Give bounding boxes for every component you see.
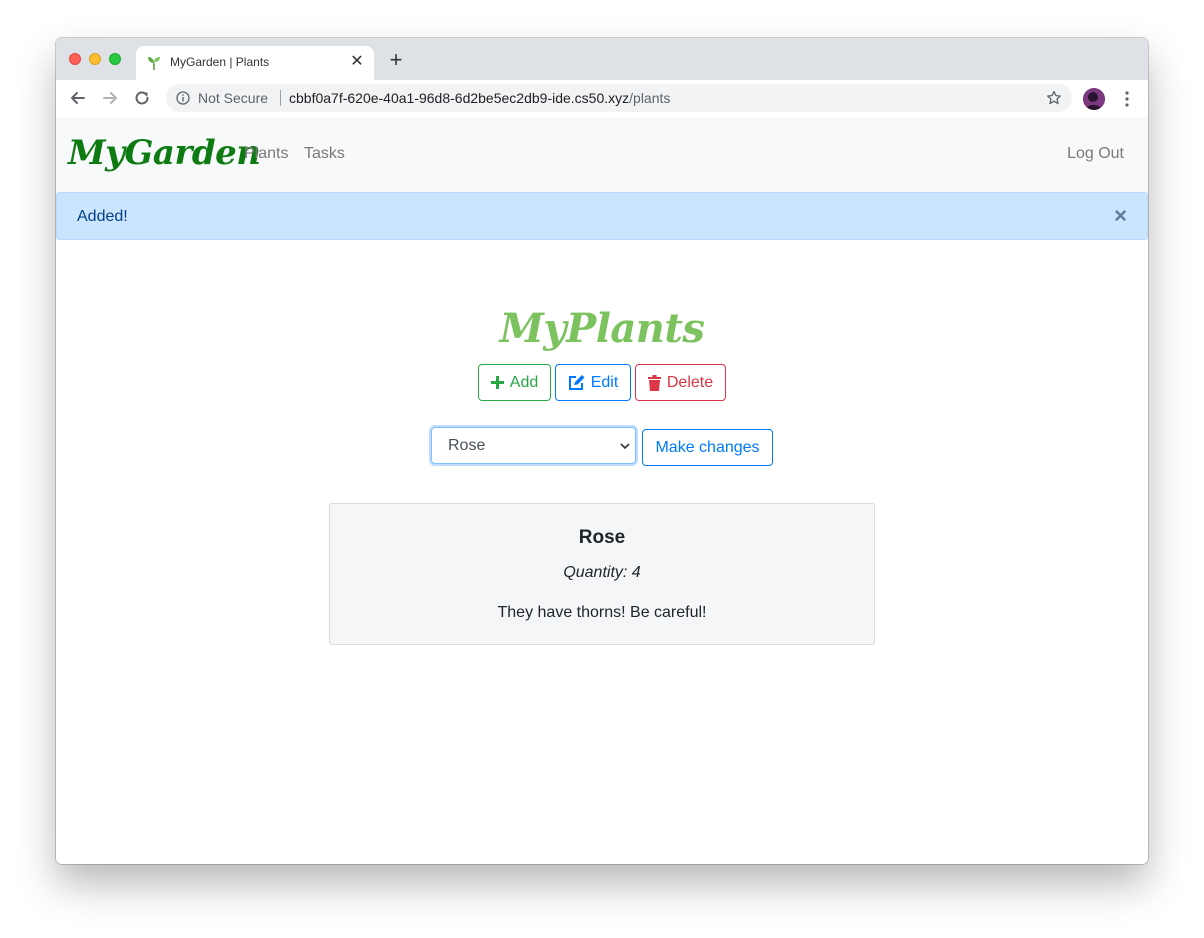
back-arrow-icon[interactable] <box>68 88 88 108</box>
close-tab-icon[interactable]: ✕ <box>348 53 366 71</box>
edit-button[interactable]: Edit <box>555 364 631 401</box>
maximize-window-button[interactable] <box>109 53 121 65</box>
close-window-button[interactable] <box>69 53 81 65</box>
add-button[interactable]: Add <box>478 364 551 401</box>
brand-logo[interactable]: MyGarden <box>68 133 261 173</box>
edit-button-label: Edit <box>590 373 619 391</box>
add-button-label: Add <box>509 373 539 391</box>
delete-button[interactable]: Delete <box>635 364 726 401</box>
new-tab-button[interactable]: + <box>386 49 406 71</box>
title-bar: MyGarden | Plants ✕ + <box>56 38 1148 80</box>
nav-link-tasks[interactable]: Tasks <box>304 145 345 163</box>
plant-name: Rose <box>578 527 626 548</box>
seedling-icon <box>148 57 160 70</box>
plant-card: Rose Quantity: 4 They have thorns! Be ca… <box>329 503 875 645</box>
url-text[interactable]: cbbf0a7f-620e-40a1-96d8-6d2be5ec2db9-ide… <box>289 90 670 106</box>
security-label: Not Secure <box>198 90 269 106</box>
page-content: MyGarden Plants Tasks Log Out Added! × M… <box>56 117 1148 864</box>
browser-window: MyGarden | Plants ✕ + Not Secure cbbf0a7… <box>56 38 1148 864</box>
trash-icon <box>647 374 661 391</box>
page-title: MyPlants <box>499 305 705 352</box>
flash-alert: Added! × <box>56 192 1148 240</box>
url-host: cbbf0a7f-620e-40a1-96d8-6d2be5ec2db9-ide… <box>289 90 630 106</box>
plus-icon <box>490 376 504 389</box>
omnibox-divider <box>280 90 281 106</box>
delete-button-label: Delete <box>666 373 714 391</box>
pencil-square-icon <box>568 374 585 390</box>
url-path: /plants <box>629 90 671 106</box>
address-bar[interactable]: Not Secure cbbf0a7f-620e-40a1-96d8-6d2be… <box>166 84 1072 112</box>
alert-message: Added! <box>77 208 128 225</box>
nav-link-plants[interactable]: Plants <box>244 145 288 163</box>
forward-arrow-icon[interactable] <box>100 88 120 108</box>
minimize-window-button[interactable] <box>89 53 101 65</box>
close-icon[interactable]: × <box>1114 205 1127 227</box>
kebab-menu-icon[interactable] <box>1119 90 1135 108</box>
bookmark-star-icon[interactable] <box>1046 90 1062 106</box>
info-icon[interactable] <box>176 91 190 105</box>
tab-title: MyGarden | Plants <box>170 55 270 69</box>
chevron-down-icon <box>620 443 630 450</box>
plant-select[interactable]: Rose <box>431 427 636 464</box>
browser-toolbar: Not Secure cbbf0a7f-620e-40a1-96d8-6d2be… <box>56 80 1148 118</box>
make-changes-button[interactable]: Make changes <box>642 429 773 466</box>
nav-link-logout[interactable]: Log Out <box>1067 145 1124 163</box>
profile-avatar[interactable] <box>1083 88 1105 110</box>
reload-icon[interactable] <box>132 88 152 108</box>
avatar-image <box>1083 88 1105 110</box>
browser-tab[interactable]: MyGarden | Plants ✕ <box>136 46 374 80</box>
plant-select-value: Rose <box>448 437 486 454</box>
plant-description: They have thorns! Be careful! <box>497 604 707 621</box>
site-navbar: MyGarden Plants Tasks Log Out <box>56 117 1148 192</box>
plant-quantity: Quantity: 4 <box>563 564 641 581</box>
